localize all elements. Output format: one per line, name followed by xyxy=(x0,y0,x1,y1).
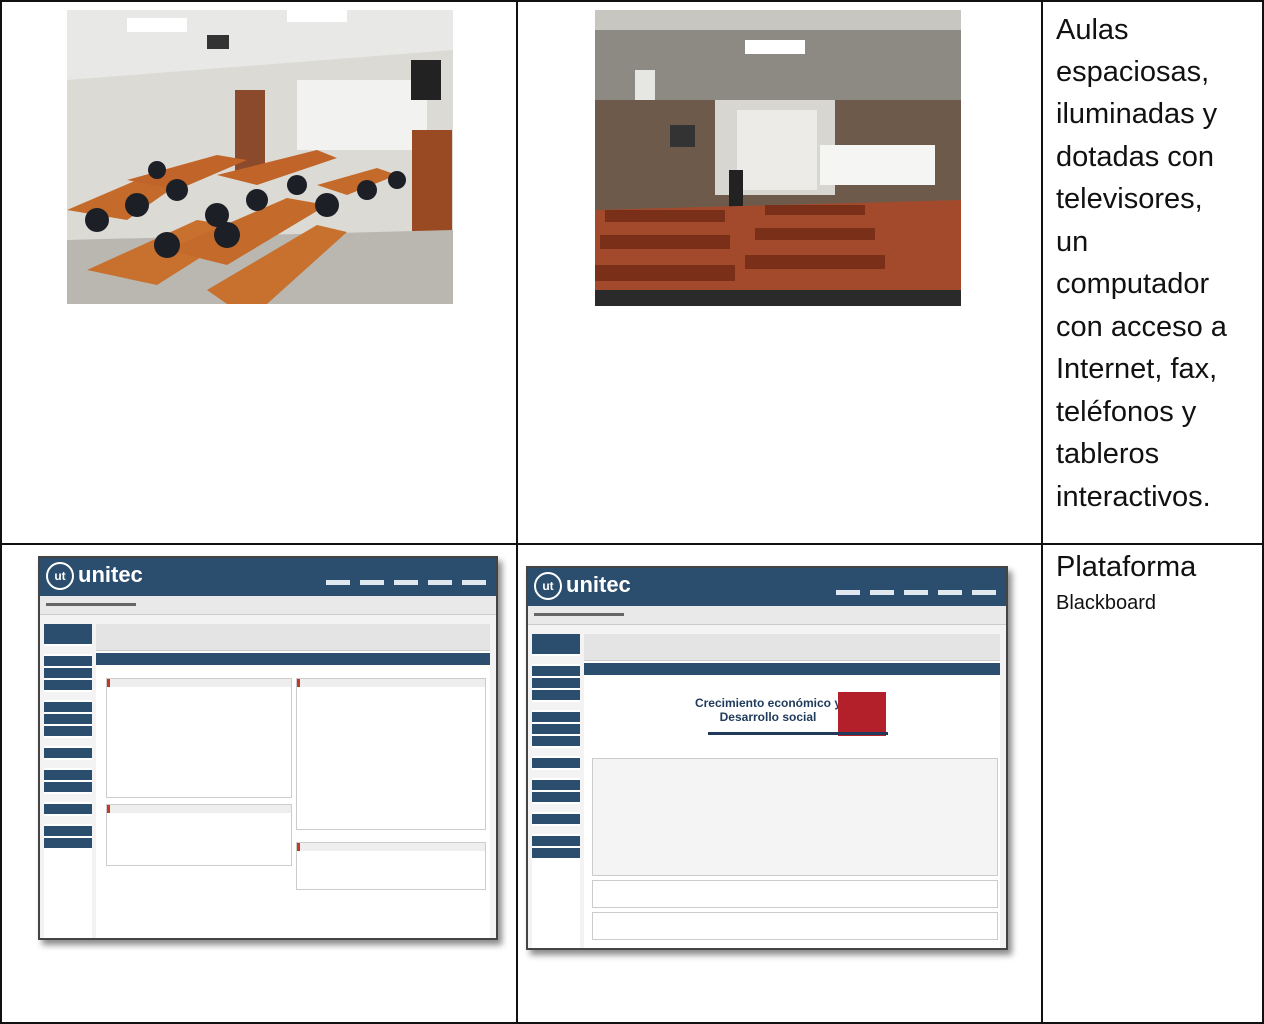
logo-text: unitec xyxy=(566,572,631,597)
banner-title-line2: Desarrollo social xyxy=(719,710,817,724)
description-line: teléfonos y xyxy=(1056,396,1197,428)
app-header: ut unitec xyxy=(528,568,1006,606)
table-border-left xyxy=(0,0,2,1024)
module-panel xyxy=(296,678,486,830)
description-line: dotadas con xyxy=(1056,141,1215,173)
blackboard-screenshot-2: ut unitec Crecimiento económico y Desarro… xyxy=(526,566,1008,950)
activities-row[interactable] xyxy=(592,912,998,940)
description-line: iluminadas y xyxy=(1056,98,1218,130)
course-sidebar xyxy=(44,624,92,938)
description-line: Aulas xyxy=(1056,14,1129,46)
table-border-top xyxy=(0,0,1264,2)
logo-text: unitec xyxy=(78,562,143,587)
course-sidebar xyxy=(532,634,580,948)
course-banner: Crecimiento económico y Desarrollo socia… xyxy=(688,692,908,742)
description-line: tableros xyxy=(1056,438,1160,470)
objectives-panel xyxy=(592,758,998,876)
header-nav xyxy=(326,580,486,585)
breadcrumb xyxy=(528,606,1006,625)
module-panel xyxy=(106,678,292,798)
resources-row[interactable] xyxy=(592,880,998,908)
banner-underline xyxy=(708,732,888,735)
banner-logo-block xyxy=(838,692,886,736)
table-border-col1 xyxy=(516,0,518,1024)
classroom-photo-2 xyxy=(595,10,961,306)
module-panel xyxy=(296,842,486,890)
blackboard-screenshot-1: ut unitec xyxy=(38,556,498,940)
description-line: televisores, xyxy=(1056,183,1203,215)
description-line: interactivos. xyxy=(1056,481,1211,513)
description-line: con acceso a xyxy=(1056,311,1227,343)
unitec-logo: ut unitec xyxy=(534,572,631,601)
table-row-divider xyxy=(0,543,1264,545)
unitec-logo: ut unitec xyxy=(46,562,143,591)
breadcrumb xyxy=(40,596,496,615)
header-nav xyxy=(836,590,996,595)
classroom-photo-1 xyxy=(67,10,453,304)
table-border-col2 xyxy=(1041,0,1043,1024)
platform-subtitle: Blackboard xyxy=(1056,592,1157,614)
platform-title: Plataforma xyxy=(1056,551,1197,583)
app-header: ut unitec xyxy=(40,558,496,596)
description-line: Internet, fax, xyxy=(1056,353,1218,385)
banner-title-line1: Crecimiento económico y xyxy=(694,696,842,710)
description-line: un xyxy=(1056,226,1089,258)
description-line: computador xyxy=(1056,268,1210,300)
module-panel xyxy=(106,804,292,866)
description-line: espaciosas, xyxy=(1056,56,1210,88)
